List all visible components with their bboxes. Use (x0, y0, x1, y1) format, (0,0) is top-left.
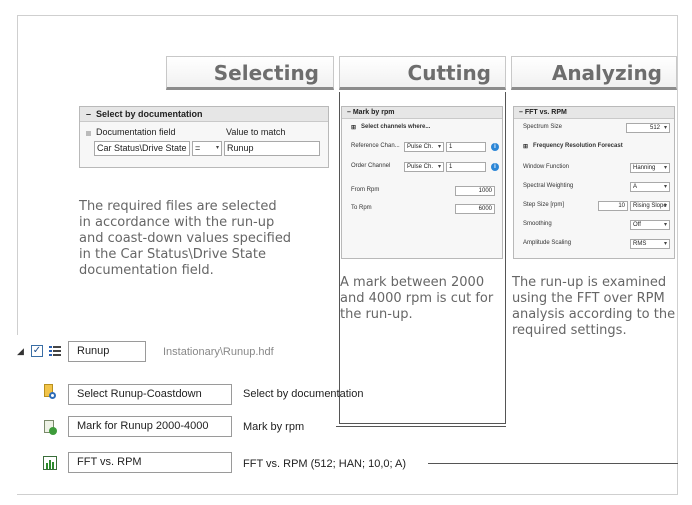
info-icon[interactable]: i (491, 163, 499, 171)
header-analyzing: Analyzing (511, 56, 677, 90)
select-channels-row: ⊞ Select channels where... (342, 124, 502, 136)
list-icon (49, 345, 61, 357)
description-line: The run-up is examined (512, 275, 667, 290)
expand-arrow-icon[interactable]: ◢ (17, 346, 24, 357)
select-channels-label: Select channels where... (361, 124, 431, 130)
description-line: The required files are selected (79, 199, 277, 214)
frame-line (17, 494, 678, 495)
cutting-description: A mark between 2000 and 4000 rpm is cut … (340, 275, 505, 323)
connector-line (428, 463, 678, 464)
frame-line (17, 15, 18, 335)
weighting-select[interactable]: A (630, 182, 670, 192)
description-line: analysis according to the (512, 307, 676, 322)
from-rpm-label: From Rpm (351, 187, 380, 193)
from-rpm-input[interactable]: 1000 (455, 186, 495, 196)
smoothing-label: Smoothing (523, 221, 552, 227)
spectrum-size-row: Spectrum Size 512 (514, 123, 674, 136)
info-icon[interactable]: i (491, 143, 499, 151)
operator-select[interactable]: = (192, 141, 222, 156)
root-path: Instationary\Runup.hdf (163, 346, 274, 358)
description-line: documentation field. (79, 263, 214, 278)
chart-icon (43, 456, 57, 470)
selecting-description: The required files are selected in accor… (79, 199, 329, 279)
panel-title-text: FFT vs. RPM (524, 109, 567, 116)
order-channel-row: Order Channel Pulse Ch. 1 i (342, 162, 502, 175)
amplitude-row: Amplitude Scaling RMS (514, 239, 674, 252)
weighting-label: Spectral Weighting (523, 183, 574, 189)
spectrum-size-label: Spectrum Size (523, 124, 563, 130)
checkbox[interactable]: ✓ (31, 345, 43, 357)
spectrum-size-select[interactable]: 512 (626, 123, 670, 133)
step-size-label: Step Size [rpm] (523, 202, 565, 208)
freq-res-row: ⊞ Frequency Resolution Forecast (514, 143, 674, 155)
grip-icon (86, 131, 91, 136)
doc-field-input[interactable]: Car Status\Drive State (94, 141, 190, 156)
description-line: in accordance with the run-up (79, 215, 275, 230)
amplitude-select[interactable]: RMS (630, 239, 670, 249)
step-type: Mark by rpm (243, 421, 305, 433)
panel-title-text: Mark by rpm (352, 109, 395, 116)
expand-icon[interactable]: ⊞ (523, 143, 528, 150)
step-type: FFT vs. RPM (512; HAN; 10,0; A) (243, 458, 407, 470)
doc-field-label: Documentation field (96, 127, 176, 137)
order-channel-select[interactable]: Pulse Ch. (404, 162, 444, 172)
description-line: in the Car Status\Drive State (79, 247, 266, 262)
step-name-field[interactable]: Select Runup-Coastdown (68, 384, 232, 405)
analyzing-description: The run-up is examined using the FFT ove… (512, 275, 677, 339)
step-type: Select by documentation (243, 388, 364, 400)
panel-title: – Select by documentation (80, 107, 328, 122)
order-channel-num-input[interactable]: 1 (446, 162, 486, 172)
value-label: Value to match (226, 127, 286, 137)
frame-line (17, 15, 678, 16)
mark-by-rpm-panel: – Mark by rpm ⊞ Select channels where...… (341, 106, 503, 259)
smoothing-row: Smoothing Off (514, 220, 674, 233)
ref-channel-select[interactable]: Pulse Ch. (404, 142, 444, 152)
step-size-input[interactable]: 10 (598, 201, 628, 211)
description-line: the run-up. (340, 307, 413, 322)
smoothing-select[interactable]: Off (630, 220, 670, 230)
to-rpm-row: To Rpm 6000 (342, 204, 502, 217)
ref-channel-row: Reference Chan... Pulse Ch. 1 i (342, 142, 502, 155)
order-channel-label: Order Channel (351, 163, 391, 169)
match-value-input[interactable]: Runup (224, 141, 320, 156)
step-name-field[interactable]: Mark for Runup 2000-4000 (68, 416, 232, 437)
panel-title: – Mark by rpm (342, 107, 502, 119)
ref-channel-num-input[interactable]: 1 (446, 142, 486, 152)
header-selecting: Selecting (166, 56, 334, 90)
frame-line (677, 15, 678, 495)
step-mode-select[interactable]: Rising Slope (630, 201, 670, 211)
weighting-row: Spectral Weighting A (514, 182, 674, 195)
step-name-field[interactable]: FFT vs. RPM (68, 452, 232, 473)
window-select[interactable]: Hanning (630, 163, 670, 173)
workflow-figure: Selecting Cutting Analyzing – Select by … (0, 0, 692, 505)
description-line: required settings. (512, 323, 627, 338)
header-cutting: Cutting (339, 56, 506, 90)
from-rpm-row: From Rpm 1000 (342, 186, 502, 199)
step-size-row: Step Size [rpm] 10 Rising Slope (514, 201, 674, 214)
select-by-doc-panel: – Select by documentation Documentation … (79, 106, 329, 168)
panel-title: – FFT vs. RPM (514, 107, 674, 119)
amplitude-label: Amplitude Scaling (523, 240, 572, 246)
connector-line (336, 426, 506, 427)
to-rpm-input[interactable]: 6000 (455, 204, 495, 214)
collapse-icon: – (86, 109, 97, 119)
mark-icon (43, 420, 57, 436)
window-label: Window Function (523, 164, 570, 170)
description-line: A mark between 2000 (340, 275, 485, 290)
root-name-field[interactable]: Runup (68, 341, 146, 362)
fft-vs-rpm-panel: – FFT vs. RPM Spectrum Size 512 ⊞ Freque… (513, 106, 675, 259)
description-line: and 4000 rpm is cut for (340, 291, 494, 306)
window-row: Window Function Hanning (514, 163, 674, 176)
ref-channel-label: Reference Chan... (351, 143, 400, 149)
description-line: using the FFT over RPM (512, 291, 665, 306)
description-line: and coast-down values specified (79, 231, 292, 246)
to-rpm-label: To Rpm (351, 205, 372, 211)
panel-title-text: Select by documentation (96, 109, 203, 119)
expand-icon[interactable]: ⊞ (351, 124, 356, 131)
freq-res-label: Frequency Resolution Forecast (533, 143, 623, 149)
select-icon (43, 384, 57, 400)
